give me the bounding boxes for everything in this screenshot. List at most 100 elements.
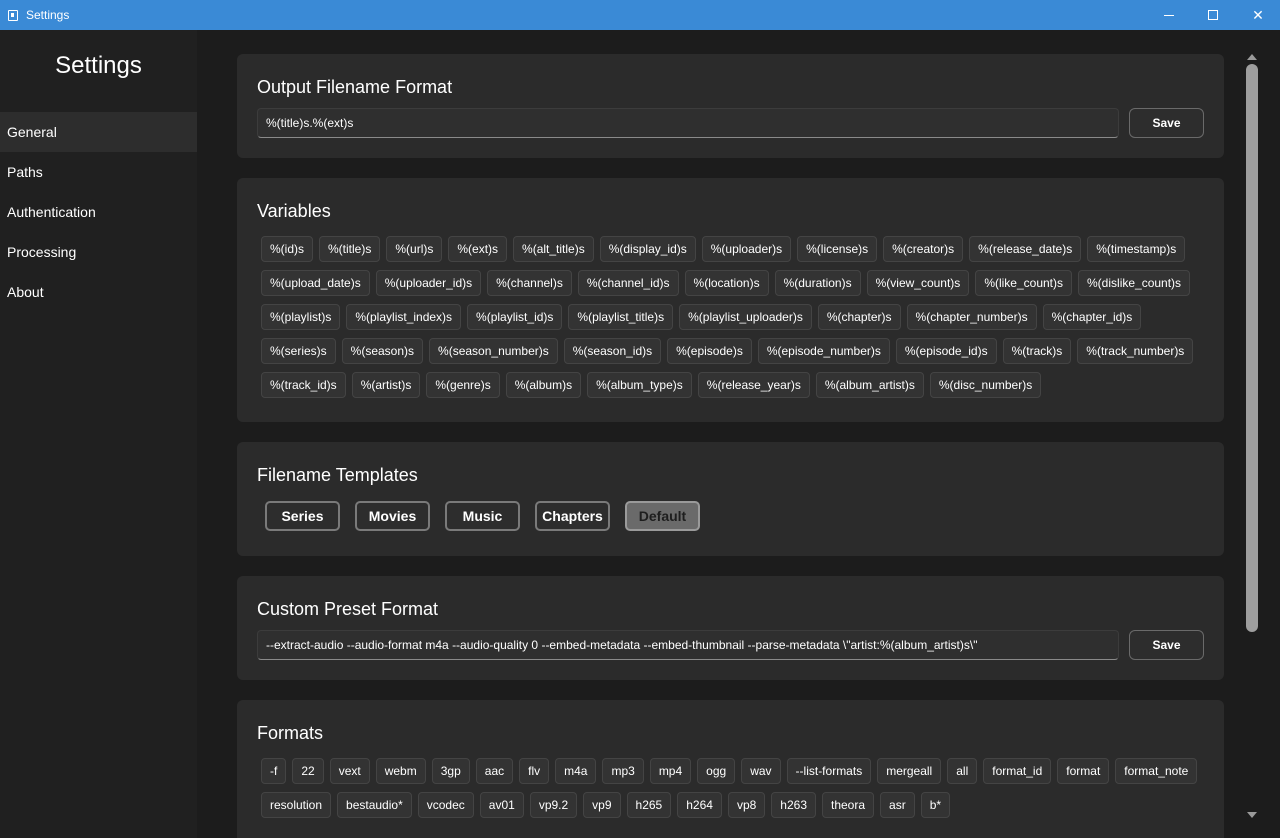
- variable-chip[interactable]: %(album_type)s: [587, 372, 692, 398]
- format-chip[interactable]: vp8: [727, 792, 766, 818]
- variable-chip[interactable]: %(dislike_count)s: [1078, 270, 1191, 296]
- variable-chip[interactable]: %(chapter_id)s: [1042, 304, 1142, 330]
- template-series-button[interactable]: Series: [265, 501, 340, 531]
- variable-chip[interactable]: %(disc_number)s: [929, 372, 1042, 398]
- format-chip[interactable]: format_id: [983, 758, 1052, 784]
- variable-chip[interactable]: %(playlist_id)s: [467, 304, 563, 330]
- variable-chip[interactable]: %(genre)s: [426, 372, 500, 398]
- format-chip[interactable]: resolution: [261, 792, 332, 818]
- sidebar-item-general[interactable]: General: [0, 112, 197, 152]
- variable-chip[interactable]: %(uploader)s: [701, 236, 792, 262]
- variable-chip[interactable]: %(track_number)s: [1077, 338, 1194, 364]
- close-button[interactable]: ✕: [1235, 0, 1280, 30]
- variable-chip[interactable]: %(upload_date)s: [261, 270, 370, 296]
- maximize-button[interactable]: [1190, 0, 1236, 30]
- variable-chip[interactable]: %(release_year)s: [697, 372, 810, 398]
- variable-chip[interactable]: %(season_number)s: [429, 338, 558, 364]
- variable-chip[interactable]: %(location)s: [684, 270, 769, 296]
- format-chip[interactable]: ogg: [697, 758, 736, 784]
- variable-chip[interactable]: %(episode)s: [667, 338, 752, 364]
- film-icon: [8, 9, 18, 21]
- format-chip[interactable]: mergeall: [877, 758, 942, 784]
- variable-chip[interactable]: %(display_id)s: [599, 236, 696, 262]
- variable-chip[interactable]: %(creator)s: [883, 236, 964, 262]
- output-format-input[interactable]: %(title)s.%(ext)s: [257, 108, 1119, 138]
- format-chip[interactable]: wav: [741, 758, 781, 784]
- format-chip[interactable]: 3gp: [431, 758, 470, 784]
- variable-chip[interactable]: %(ext)s: [448, 236, 508, 262]
- variable-chip[interactable]: %(album_artist)s: [815, 372, 924, 398]
- variable-chip[interactable]: %(episode_number)s: [757, 338, 890, 364]
- variable-chip[interactable]: %(playlist_title)s: [568, 304, 674, 330]
- variable-chip[interactable]: %(alt_title)s: [513, 236, 594, 262]
- format-chip[interactable]: aac: [475, 758, 514, 784]
- format-chip[interactable]: all: [947, 758, 978, 784]
- scroll-down-arrow-icon[interactable]: [1247, 812, 1257, 818]
- format-chip[interactable]: format: [1057, 758, 1110, 784]
- variable-chip[interactable]: %(license)s: [797, 236, 878, 262]
- variable-chip[interactable]: %(channel_id)s: [577, 270, 679, 296]
- vertical-scrollbar[interactable]: [1243, 48, 1261, 822]
- variable-chip[interactable]: %(chapter_number)s: [906, 304, 1037, 330]
- variable-chip[interactable]: %(playlist_index)s: [346, 304, 462, 330]
- scroll-up-arrow-icon[interactable]: [1247, 54, 1257, 60]
- format-chip[interactable]: h264: [677, 792, 722, 818]
- variable-chip[interactable]: %(uploader_id)s: [375, 270, 482, 296]
- format-chip[interactable]: m4a: [555, 758, 597, 784]
- variable-chip[interactable]: %(id)s: [261, 236, 314, 262]
- format-chip[interactable]: h263: [771, 792, 816, 818]
- format-chip[interactable]: asr: [880, 792, 915, 818]
- minimize-button[interactable]: [1146, 0, 1192, 30]
- format-chip[interactable]: mp3: [602, 758, 644, 784]
- variable-chip[interactable]: %(playlist)s: [261, 304, 341, 330]
- format-chip[interactable]: mp4: [649, 758, 692, 784]
- format-chip[interactable]: vp9.2: [529, 792, 578, 818]
- variable-chip[interactable]: %(duration)s: [774, 270, 861, 296]
- variable-chip[interactable]: %(chapter)s: [817, 304, 901, 330]
- output-format-save-button[interactable]: Save: [1129, 108, 1204, 138]
- maximize-icon: [1208, 10, 1218, 20]
- variable-chip[interactable]: %(album)s: [505, 372, 582, 398]
- variable-chip[interactable]: %(view_count)s: [866, 270, 970, 296]
- format-chip[interactable]: h265: [626, 792, 672, 818]
- variable-chip[interactable]: %(season)s: [341, 338, 424, 364]
- variable-chip[interactable]: %(artist)s: [351, 372, 421, 398]
- template-movies-button[interactable]: Movies: [355, 501, 430, 531]
- sidebar-item-paths[interactable]: Paths: [0, 152, 197, 192]
- format-chip[interactable]: b*: [920, 792, 951, 818]
- variable-chip[interactable]: %(timestamp)s: [1087, 236, 1186, 262]
- variable-chip[interactable]: %(url)s: [386, 236, 443, 262]
- variable-chip[interactable]: %(track)s: [1002, 338, 1072, 364]
- variable-chip[interactable]: %(release_date)s: [969, 236, 1082, 262]
- variable-chip[interactable]: %(series)s: [261, 338, 336, 364]
- format-chip[interactable]: -f: [261, 758, 287, 784]
- format-chip[interactable]: vcodec: [417, 792, 474, 818]
- custom-preset-save-button[interactable]: Save: [1129, 630, 1204, 660]
- format-chip[interactable]: vp9: [583, 792, 621, 818]
- variable-chip[interactable]: %(track_id)s: [261, 372, 346, 398]
- format-chip[interactable]: flv: [519, 758, 550, 784]
- sidebar-item-about[interactable]: About: [0, 272, 197, 312]
- format-chip[interactable]: 22: [292, 758, 324, 784]
- format-chip[interactable]: vext: [329, 758, 370, 784]
- variable-chip[interactable]: %(channel)s: [487, 270, 572, 296]
- template-default-button[interactable]: Default: [625, 501, 700, 531]
- variables-card: Variables %(id)s %(title)s %(url)s %(ext)s%…: [237, 178, 1224, 422]
- format-chip[interactable]: --list-formats: [786, 758, 872, 784]
- format-chip[interactable]: bestaudio*: [337, 792, 412, 818]
- scroll-thumb[interactable]: [1246, 64, 1258, 632]
- variable-chip[interactable]: %(like_count)s: [975, 270, 1073, 296]
- variable-chip[interactable]: %(season_id)s: [563, 338, 662, 364]
- template-chapters-button[interactable]: Chapters: [535, 501, 610, 531]
- sidebar-item-authentication[interactable]: Authentication: [0, 192, 197, 232]
- format-chip[interactable]: format_note: [1115, 758, 1198, 784]
- format-chip[interactable]: webm: [375, 758, 426, 784]
- template-music-button[interactable]: Music: [445, 501, 520, 531]
- variable-chip[interactable]: %(episode_id)s: [895, 338, 997, 364]
- custom-preset-input[interactable]: --extract-audio --audio-format m4a --aud…: [257, 630, 1119, 660]
- format-chip[interactable]: theora: [822, 792, 875, 818]
- variable-chip[interactable]: %(playlist_uploader)s: [679, 304, 812, 330]
- sidebar-item-processing[interactable]: Processing: [0, 232, 197, 272]
- variable-chip[interactable]: %(title)s: [319, 236, 381, 262]
- format-chip[interactable]: av01: [479, 792, 524, 818]
